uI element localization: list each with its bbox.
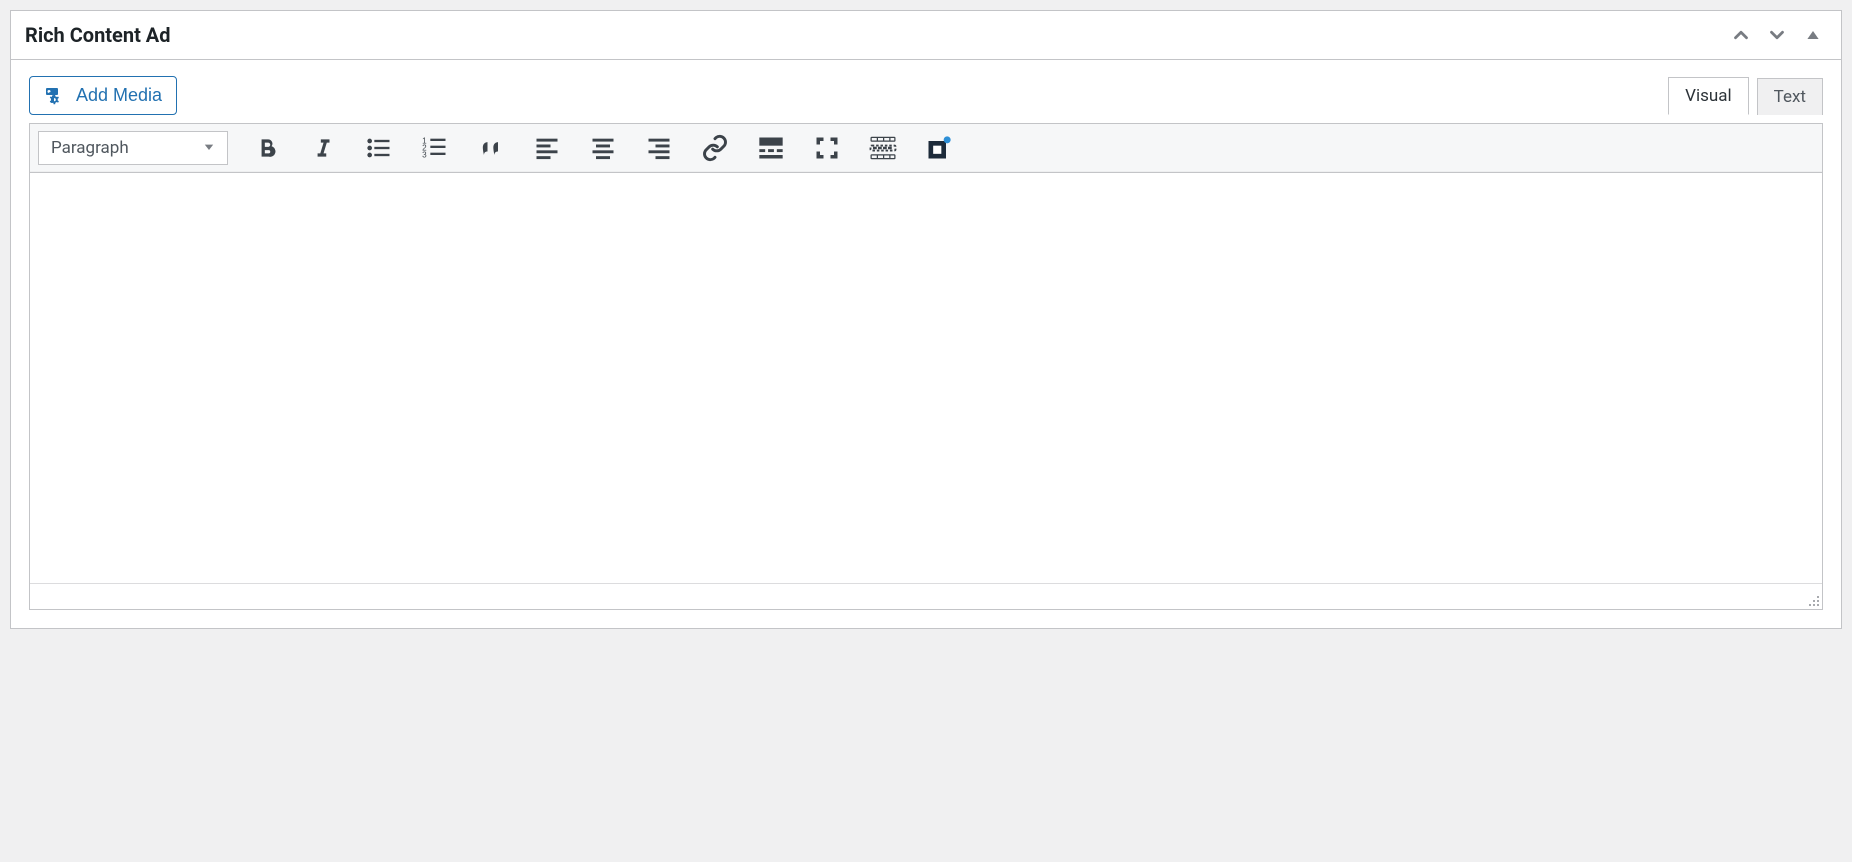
custom-plugin-button[interactable] xyxy=(922,131,956,165)
read-more-icon xyxy=(757,134,785,162)
editor-wrapper: Paragraph xyxy=(29,123,1823,610)
svg-text:3: 3 xyxy=(422,151,427,160)
chevron-down-icon xyxy=(1766,24,1788,46)
format-dropdown[interactable]: Paragraph xyxy=(38,131,228,165)
resize-handle[interactable] xyxy=(1804,591,1820,607)
align-left-button[interactable] xyxy=(530,131,564,165)
blockquote-button[interactable] xyxy=(474,131,508,165)
toolbar-toggle-button[interactable] xyxy=(866,131,900,165)
media-icon xyxy=(44,84,68,108)
move-up-button[interactable] xyxy=(1727,21,1755,49)
panel-header: Rich Content Ad xyxy=(11,11,1841,60)
numbered-list-icon: 1 2 3 xyxy=(421,134,449,162)
chevron-up-icon xyxy=(1730,24,1752,46)
align-right-icon xyxy=(645,134,673,162)
move-down-button[interactable] xyxy=(1763,21,1791,49)
editor-tabs: Visual Text xyxy=(1668,77,1823,115)
fullscreen-icon xyxy=(813,134,841,162)
panel-controls xyxy=(1727,21,1827,49)
plugin-badge-icon xyxy=(925,134,953,162)
link-icon xyxy=(701,134,729,162)
bold-button[interactable] xyxy=(250,131,284,165)
toggle-panel-button[interactable] xyxy=(1799,21,1827,49)
caret-down-icon xyxy=(203,138,215,158)
align-left-icon xyxy=(533,134,561,162)
align-center-button[interactable] xyxy=(586,131,620,165)
editor-canvas[interactable] xyxy=(30,173,1822,583)
editor-toolbar: Paragraph xyxy=(30,124,1822,173)
numbered-list-button[interactable]: 1 2 3 xyxy=(418,131,452,165)
tab-visual[interactable]: Visual xyxy=(1668,77,1748,115)
bold-icon xyxy=(254,135,280,161)
panel-body: Add Media Visual Text Paragraph xyxy=(11,60,1841,628)
read-more-button[interactable] xyxy=(754,131,788,165)
align-center-icon xyxy=(589,134,617,162)
bullet-list-icon xyxy=(365,134,393,162)
resize-grip-icon xyxy=(1804,591,1820,607)
editor-statusbar xyxy=(30,583,1822,609)
rich-content-ad-panel: Rich Content Ad xyxy=(10,10,1842,629)
add-media-button[interactable]: Add Media xyxy=(29,76,177,115)
italic-icon xyxy=(310,135,336,161)
align-right-button[interactable] xyxy=(642,131,676,165)
toolbar-toggle-icon xyxy=(868,133,898,163)
add-media-label: Add Media xyxy=(76,83,162,108)
bullet-list-button[interactable] xyxy=(362,131,396,165)
tab-text[interactable]: Text xyxy=(1757,78,1823,115)
triangle-up-icon xyxy=(1805,27,1821,43)
italic-button[interactable] xyxy=(306,131,340,165)
quote-icon xyxy=(477,134,505,162)
fullscreen-button[interactable] xyxy=(810,131,844,165)
panel-title: Rich Content Ad xyxy=(25,23,171,47)
link-button[interactable] xyxy=(698,131,732,165)
